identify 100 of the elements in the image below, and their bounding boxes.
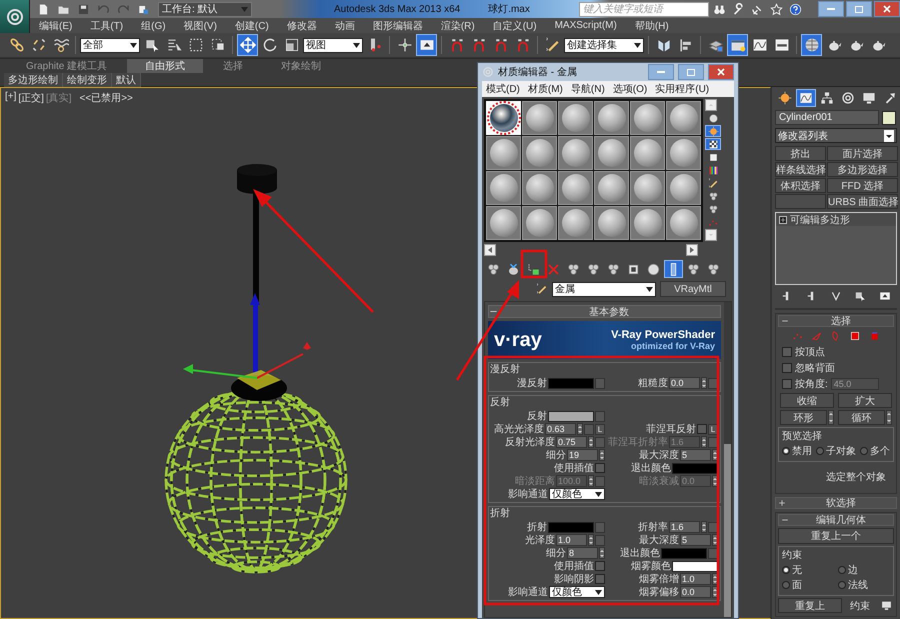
checkbox[interactable] bbox=[595, 463, 605, 473]
menu-item[interactable]: 工具(T) bbox=[81, 18, 132, 32]
modifier-button[interactable]: 多边形选择 bbox=[827, 162, 898, 177]
number-field[interactable]: 8 bbox=[567, 547, 598, 559]
scrollbar[interactable] bbox=[724, 302, 731, 617]
ribbon-tab[interactable]: 对象绘制 bbox=[263, 59, 340, 73]
menu-item[interactable]: 自定义(U) bbox=[484, 18, 546, 32]
lock-button[interactable]: L bbox=[708, 424, 718, 434]
select-button[interactable]: 收缩 bbox=[780, 393, 834, 408]
ribbon-panel-title[interactable]: 多边形绘制 bbox=[4, 72, 63, 86]
modifier-button[interactable]: FFD 选择 bbox=[827, 178, 898, 193]
number-field[interactable]: 19 bbox=[567, 449, 598, 461]
spinner-arrows-icon[interactable] bbox=[588, 534, 594, 546]
toolbar-dropdown[interactable]: 创建选择集 bbox=[564, 38, 644, 52]
repeat-button[interactable]: 重复上 bbox=[778, 598, 842, 613]
menu-item[interactable]: MAXScript(M) bbox=[546, 20, 626, 31]
checkbox[interactable] bbox=[595, 561, 605, 571]
menu-item[interactable]: 视图(V) bbox=[174, 18, 226, 32]
modifier-button[interactable]: 体积选择 bbox=[775, 178, 826, 193]
modifier-button[interactable]: 面片选择 bbox=[827, 146, 898, 161]
modifier-button[interactable]: URBS 曲面选择 bbox=[827, 194, 898, 209]
repeat-button[interactable]: 重复上一个 bbox=[778, 528, 894, 544]
menu-item[interactable]: 动画 bbox=[326, 18, 364, 32]
number-field[interactable]: 0.75 bbox=[556, 436, 587, 448]
radio-button[interactable] bbox=[782, 447, 790, 455]
menu-item[interactable]: 帮助(H) bbox=[626, 18, 678, 32]
rollout-header[interactable]: 编辑几何体 bbox=[778, 514, 894, 526]
toolbar-dropdown[interactable]: 全部 bbox=[80, 38, 140, 52]
minimize-button[interactable] bbox=[648, 64, 674, 80]
checkbox[interactable] bbox=[595, 574, 605, 584]
number-field[interactable]: 1.0 bbox=[556, 534, 587, 546]
ribbon-panel-title[interactable]: 默认 bbox=[112, 72, 141, 86]
bar-icon[interactable] bbox=[664, 260, 683, 278]
viewport-label[interactable]: <<已禁用>> bbox=[80, 91, 133, 105]
spinner-arrows-icon[interactable] bbox=[588, 436, 594, 448]
spinner-arrows-icon[interactable] bbox=[701, 521, 707, 533]
color-swatch[interactable] bbox=[672, 462, 718, 474]
radio-button[interactable] bbox=[838, 566, 846, 574]
number-field[interactable]: 0.63 bbox=[545, 423, 576, 435]
menu-item[interactable]: 修改器 bbox=[278, 18, 326, 32]
panel-icon[interactable] bbox=[727, 34, 748, 56]
ribbon-tab[interactable]: Graphite 建模工具 bbox=[8, 59, 126, 73]
scroll-down-icon[interactable] bbox=[705, 229, 717, 241]
spinner-arrows-icon[interactable] bbox=[886, 410, 892, 425]
number-field[interactable]: 0.0 bbox=[669, 377, 700, 389]
checkbox[interactable] bbox=[697, 424, 707, 434]
rollout-header[interactable]: 基本参数 bbox=[488, 305, 721, 318]
dropdown[interactable]: 仅颜色 bbox=[549, 488, 605, 500]
maximize-button[interactable] bbox=[678, 64, 704, 80]
ribbon-tab[interactable]: 自由形式 bbox=[127, 59, 204, 73]
maximize-button[interactable] bbox=[846, 1, 872, 17]
menu-item[interactable]: 渲染(R) bbox=[432, 18, 484, 32]
close-button[interactable] bbox=[874, 1, 900, 17]
material-type-button[interactable]: VRayMtl bbox=[660, 281, 726, 297]
color-swatch[interactable] bbox=[548, 378, 594, 388]
radio-button[interactable] bbox=[782, 581, 790, 589]
select-button[interactable]: 扩大 bbox=[838, 393, 892, 408]
modifier-button[interactable]: 样条线选择 bbox=[775, 162, 826, 177]
modifier-list-dropdown[interactable]: 修改器列表 bbox=[775, 128, 897, 143]
spinner-arrows-icon[interactable] bbox=[577, 423, 583, 435]
scroll-right-icon[interactable] bbox=[686, 244, 698, 256]
checkbox[interactable] bbox=[782, 379, 792, 389]
spinner-arrows-icon[interactable] bbox=[701, 377, 707, 389]
radio-button[interactable] bbox=[838, 581, 846, 589]
menu-item[interactable]: 编辑(E) bbox=[30, 18, 82, 32]
select-button[interactable]: 环形 bbox=[780, 410, 827, 425]
menu-item[interactable]: 创建(C) bbox=[226, 18, 278, 32]
dropdown[interactable]: 仅颜色 bbox=[549, 586, 605, 598]
scroll-left-icon[interactable] bbox=[484, 244, 496, 256]
move-icon[interactable] bbox=[237, 34, 258, 56]
radio-button[interactable] bbox=[782, 566, 790, 574]
workspace-dropdown[interactable]: 工作台: 默认 bbox=[158, 2, 252, 16]
number-field[interactable]: 1.6 bbox=[669, 521, 700, 533]
spinner-arrows-icon[interactable] bbox=[599, 547, 605, 559]
color-swatch[interactable] bbox=[548, 410, 594, 422]
viewport-label[interactable]: [正交] bbox=[18, 91, 44, 105]
toolbar-dropdown[interactable]: 视图 bbox=[303, 38, 363, 52]
number-field[interactable]: 5 bbox=[680, 449, 711, 461]
help-icon[interactable] bbox=[787, 1, 804, 17]
spinner-arrows-icon[interactable] bbox=[599, 449, 605, 461]
star-icon[interactable] bbox=[768, 1, 785, 17]
spinner-arrows-icon[interactable] bbox=[588, 475, 594, 487]
sphere-grid-icon[interactable] bbox=[801, 34, 822, 56]
material-name-dropdown[interactable]: 金属 bbox=[552, 282, 656, 296]
number-field[interactable]: 5 bbox=[680, 534, 711, 546]
checkbox[interactable] bbox=[782, 347, 792, 357]
spinner-arrows-icon[interactable] bbox=[701, 436, 707, 448]
color-swatch[interactable] bbox=[672, 560, 718, 572]
lock-button[interactable]: L bbox=[595, 424, 605, 434]
number-field[interactable]: 1.0 bbox=[680, 573, 711, 585]
object-name-field[interactable]: Cylinder001 bbox=[775, 110, 879, 125]
expand-icon[interactable] bbox=[779, 216, 787, 224]
number-field[interactable]: 0.0 bbox=[680, 586, 711, 598]
search-field[interactable]: 键入关键字或短语 bbox=[579, 2, 709, 16]
spinner-arrows-icon[interactable] bbox=[828, 410, 834, 425]
select-button[interactable]: 循环 bbox=[838, 410, 885, 425]
minimize-button[interactable] bbox=[818, 1, 844, 17]
expand-icon[interactable] bbox=[778, 499, 786, 507]
radio-button[interactable] bbox=[860, 447, 868, 455]
checkbox[interactable] bbox=[782, 363, 792, 373]
